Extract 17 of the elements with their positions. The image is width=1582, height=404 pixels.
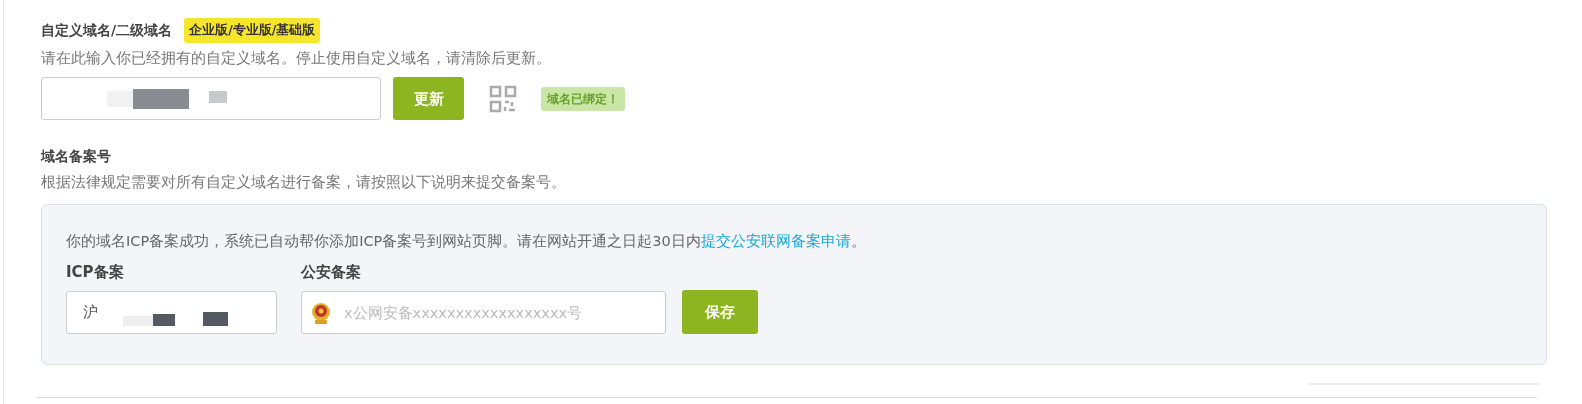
section-description: 根据法律规定需要对所有自定义域名进行备案，请按照以下说明来提交备案号。 — [41, 172, 567, 194]
save-button[interactable]: 保存 — [682, 290, 758, 334]
police-filing-input-field[interactable]: x公网安备xxxxxxxxxxxxxxxxxx号 — [301, 291, 666, 334]
field-label: ICP备案 — [66, 261, 125, 283]
emblem-icon — [310, 301, 332, 325]
qr-code-icon[interactable] — [489, 84, 517, 113]
status-badge: 域名已绑定！ — [541, 86, 625, 111]
icp-input-field[interactable]: 沪 — [66, 291, 277, 334]
police-filing-link[interactable]: 提交公安联网备案申请 — [700, 232, 851, 249]
filing-notice: 你的域名ICP备案成功，系统已自动帮你添加ICP备案号到网站页脚。请在网站开通之日起30日内提交公安联网备案申请。 — [66, 231, 867, 251]
section-description: 请在此输入你已经拥有的自定义域名。停止使用自定义域名，请清除后更新。 — [41, 47, 552, 69]
domain-input-field[interactable] — [41, 77, 381, 121]
section-title: 域名备案号 — [41, 147, 112, 167]
section-title: 自定义域名/二级域名 — [41, 20, 173, 40]
update-button[interactable]: 更新 — [393, 77, 464, 121]
field-label: 公安备案 — [301, 261, 362, 283]
plan-badge: 企业版/专业版/基础版 — [184, 18, 321, 43]
